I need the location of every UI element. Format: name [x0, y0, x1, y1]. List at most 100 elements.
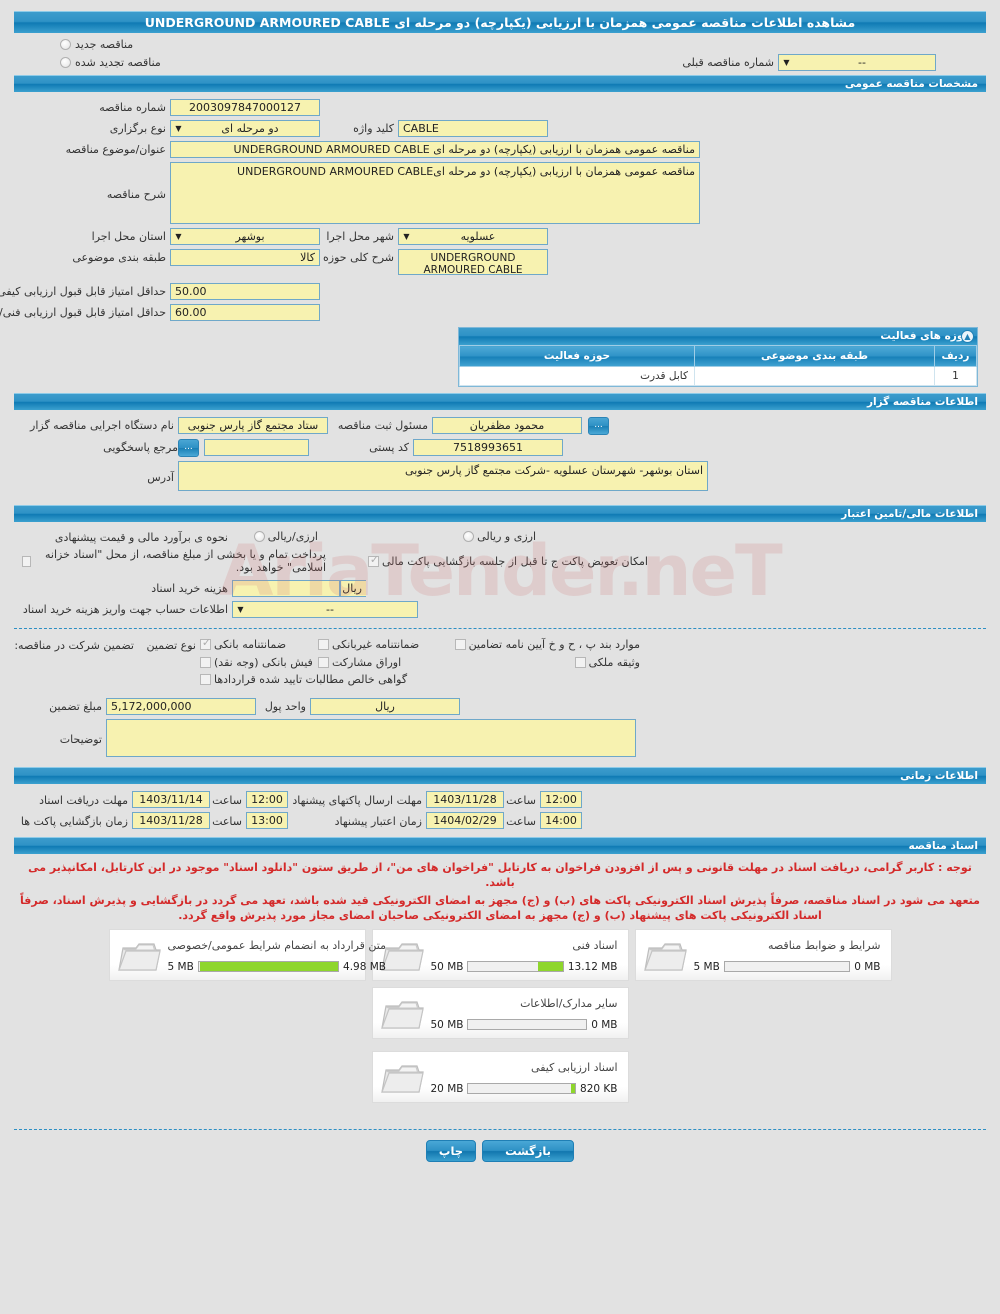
contact-picker-button[interactable]: ...	[178, 439, 199, 457]
receive-docs-time-field[interactable]: 12:00	[246, 791, 288, 808]
city-select[interactable]: ▼ عسلویه	[398, 228, 548, 245]
attachment-card[interactable]: اسناد ارزیابی کیفی 20 MB 820 KB	[371, 1051, 629, 1103]
guarantee-notes-textarea[interactable]	[106, 719, 636, 757]
guarantee-option-label-0: ضمانتنامه بانکی	[214, 638, 287, 651]
footer-buttons: بازگشت چاپ	[0, 1130, 1000, 1162]
documents-note-line2: متعهد می شود در اسناد مناقصه، صرفاً پذیر…	[20, 894, 980, 922]
account-info-value: --	[326, 603, 334, 616]
subject-field[interactable]: مناقصه عمومی همزمان با ارزیابی (یکپارچه)…	[170, 141, 700, 158]
chevron-down-icon: ▼	[175, 124, 182, 133]
validity-time-field[interactable]: 14:00	[540, 812, 582, 829]
min-quality-score-field[interactable]: 50.00	[170, 283, 320, 300]
doc-cost-field[interactable]	[232, 580, 340, 597]
attachment-progress-track	[467, 961, 564, 972]
table-row: 1 کابل قدرت	[459, 366, 977, 386]
currency-rial-option-label: ارزی/ریالی	[267, 530, 318, 543]
description-textarea[interactable]: مناقصه عمومی همزمان با ارزیابی (یکپارچه)…	[170, 162, 700, 224]
currency-and-rial-radio[interactable]	[463, 531, 475, 542]
documents-body: توجه : کاربر گرامی، دریافت اسناد در مهلت…	[0, 854, 1000, 1103]
attachment-name: سایر مدارک/اطلاعات	[520, 996, 618, 1010]
category-field[interactable]: کالا	[170, 249, 320, 266]
min-technical-score-label: حداقل امتیاز قابل قبول ارزیابی فنی/بازرگ…	[0, 306, 166, 319]
activity-description-field[interactable]: UNDERGROUND ARMOURED CABLE	[398, 249, 548, 275]
attachment-size-meter: 20 MB 820 KB	[431, 1083, 618, 1095]
guarantee-option-checkbox-0[interactable]	[200, 636, 212, 650]
registrar-label: مسئول ثبت مناقصه	[337, 419, 428, 432]
address-field[interactable]: استان بوشهر- شهرستان عسلویه -شرکت مجتمع …	[178, 461, 708, 491]
col-activity-area: حوزه فعالیت	[459, 345, 695, 367]
swap-envelope-checkbox[interactable]	[368, 553, 380, 567]
guarantee-amount-field[interactable]: 5,172,000,000	[106, 698, 256, 715]
renewed-tender-radio[interactable]	[60, 57, 71, 68]
attachment-card[interactable]: اسناد فنی 50 MB 13.12 MB	[371, 929, 629, 981]
attachment-max-size: 20 MB	[430, 1082, 464, 1095]
tender-type-block: مناقصه جدید ▼ -- شماره مناقصه قبلی مناقص…	[0, 33, 1000, 75]
folder-icon	[379, 1057, 427, 1097]
validity-label: زمان اعتبار پیشنهاد	[334, 815, 422, 828]
contact-label: مرجع پاسخگویی	[103, 441, 178, 454]
attachment-max-size: 50 MB	[430, 1018, 464, 1031]
print-button[interactable]: چاپ	[425, 1140, 477, 1162]
attachment-progress-track	[723, 961, 851, 972]
attachment-card[interactable]: شرایط و ضوابط مناقصه 5 MB 0 MB	[634, 929, 892, 981]
guarantee-option-checkbox-3[interactable]	[200, 657, 211, 668]
postal-code-field[interactable]: 7518993651	[413, 439, 563, 456]
account-info-select[interactable]: ▼ --	[232, 601, 418, 618]
doc-cost-currency: ریال	[340, 580, 366, 597]
validity-hour-label: ساعت	[506, 815, 536, 828]
receive-docs-hour-label: ساعت	[212, 794, 242, 807]
attachment-cards: شرایط و ضوابط مناقصه 5 MB 0 MB اسناد فنی…	[0, 923, 1000, 1103]
guarantee-option-checkbox-6[interactable]	[200, 674, 211, 685]
keyword-field[interactable]: CABLE	[398, 120, 548, 137]
attachment-progress-track	[467, 1019, 588, 1030]
folder-icon	[642, 935, 690, 975]
province-select[interactable]: ▼ بوشهر	[170, 228, 320, 245]
guarantee-option-label-6: گواهی خالص مطالبات تایید شده قراردادها	[214, 673, 408, 686]
city-label: شهر محل اجرا	[326, 230, 394, 243]
islamic-bond-checkbox[interactable]	[22, 555, 32, 567]
back-button[interactable]: بازگشت	[482, 1140, 575, 1162]
guarantee-option-checkbox-4[interactable]	[318, 657, 329, 668]
registrar-field[interactable]: محمود مظفریان	[432, 417, 582, 434]
guarantee-option-checkbox-2[interactable]	[454, 639, 466, 650]
collapse-icon[interactable]: ▲	[961, 330, 974, 343]
keyword-label: کلید واژه	[353, 122, 394, 135]
prev-tender-number-select[interactable]: ▼ --	[778, 54, 936, 71]
validity-date-field[interactable]: 1404/02/29	[426, 812, 504, 829]
attachment-card[interactable]: سایر مدارک/اطلاعات 50 MB 0 MB	[371, 987, 629, 1039]
activity-areas-grid: ردیف طبقه بندی موضوعی حوزه فعالیت 1 کابل…	[459, 345, 977, 386]
attachment-card[interactable]: متن قرارداد به انضمام شرایط عمومی/خصوصی …	[108, 929, 386, 981]
open-envelopes-time-field[interactable]: 13:00	[246, 812, 288, 829]
category-label: طبقه بندی موضوعی	[72, 251, 166, 264]
guarantee-participation-label: تضمین شرکت در مناقصه:	[14, 639, 134, 652]
currency-rial-radio[interactable]	[253, 531, 265, 542]
open-envelopes-date-field[interactable]: 1403/11/28	[132, 812, 210, 829]
min-quality-score-label: حداقل امتیاز قابل قبول ارزیابی کیفی	[0, 285, 166, 298]
activity-description-label: شرح کلی حوزه فعالیت	[288, 251, 394, 264]
prev-tender-number-value: --	[858, 56, 866, 69]
guarantee-option-checkbox-5[interactable]	[574, 657, 586, 668]
new-tender-label: مناقصه جدید	[75, 38, 134, 51]
attachment-max-size: 5 MB	[167, 960, 194, 973]
title-bar-wrap: مشاهده اطلاعات مناقصه عمومی همزمان با ار…	[0, 0, 1000, 33]
guarantee-option-checkbox-1[interactable]	[318, 639, 329, 650]
doc-cost-label: هزینه خرید اسناد	[151, 582, 228, 595]
tender-number-field[interactable]: 2003097847000127	[170, 99, 320, 116]
holding-type-value: دو مرحله ای	[221, 122, 279, 135]
receive-docs-date-field[interactable]: 1403/11/14	[132, 791, 210, 808]
contact-field[interactable]	[204, 439, 309, 456]
new-tender-radio[interactable]	[60, 39, 71, 50]
chevron-down-icon: ▼	[237, 605, 244, 614]
submit-docs-time-field[interactable]: 12:00	[540, 791, 582, 808]
currency-unit-field[interactable]: ریال	[310, 698, 460, 715]
agency-field[interactable]: ستاد مجتمع گاز پارس جنوبی	[178, 417, 328, 434]
estimate-method-label: نحوه ی برآورد مالی و قیمت پیشنهادی	[54, 531, 228, 544]
chevron-down-icon: ▼	[403, 232, 410, 241]
guarantee-option-label-3: فیش بانکی (وجه نقد)	[214, 656, 313, 669]
holding-type-select[interactable]: ▼ دو مرحله ای	[170, 120, 320, 137]
guarantee-option-label-4: اوراق مشارکت	[332, 656, 402, 669]
submit-docs-date-field[interactable]: 1403/11/28	[426, 791, 504, 808]
registrar-picker-button[interactable]: ...	[588, 417, 609, 435]
attachment-name: شرایط و ضوابط مناقصه	[768, 938, 881, 952]
min-technical-score-field[interactable]: 60.00	[170, 304, 320, 321]
